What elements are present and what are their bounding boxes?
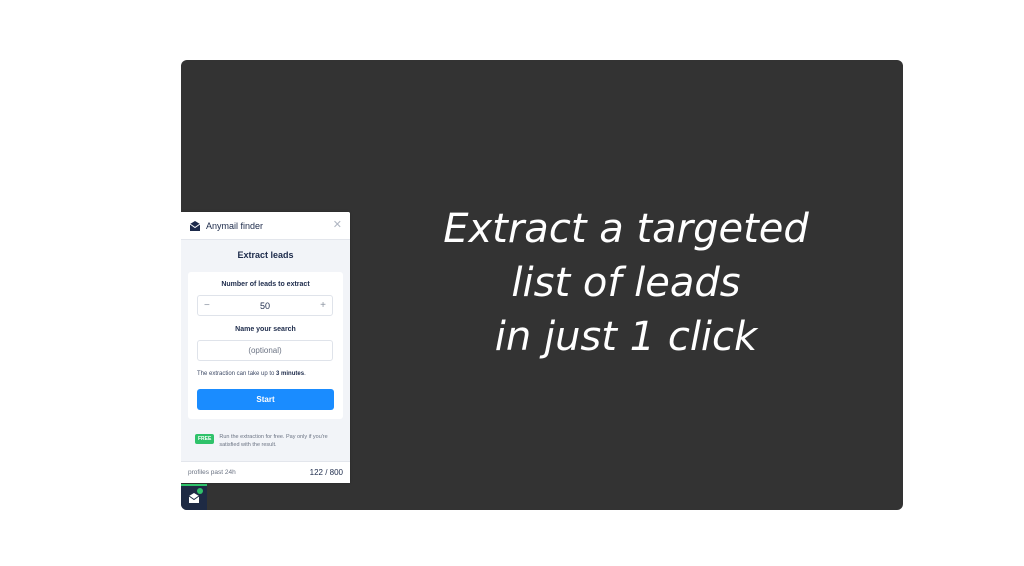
extraction-time-note: The extraction can take up to 3 minutes. bbox=[197, 371, 306, 377]
search-name-label: Name your search bbox=[235, 326, 296, 333]
popup-title: Extract leads bbox=[237, 250, 294, 260]
leads-count-value[interactable]: 50 bbox=[260, 301, 270, 311]
extension-launcher-button[interactable] bbox=[181, 484, 207, 510]
extract-form-card: Number of leads to extract − 50 + Name y… bbox=[188, 272, 343, 419]
launcher-badge-dot bbox=[197, 488, 203, 494]
brand-name: Anymail finder bbox=[206, 220, 264, 231]
free-notice: FREE Run the extraction for free. Pay on… bbox=[195, 433, 335, 449]
headline: Extract a targeted list of leads in just… bbox=[431, 202, 821, 364]
leads-count-stepper[interactable]: − 50 + bbox=[197, 295, 333, 316]
note-suffix: . bbox=[304, 371, 306, 377]
note-prefix: The extraction can take up to bbox=[197, 371, 277, 377]
close-icon[interactable]: ✕ bbox=[333, 220, 342, 231]
usage-count: 122 / 800 bbox=[309, 468, 343, 477]
increment-button[interactable]: + bbox=[320, 300, 326, 311]
headline-line-3: in just 1 click bbox=[494, 314, 758, 360]
headline-line-1: Extract a targeted bbox=[443, 206, 809, 252]
popup-header: Anymail finder ✕ bbox=[181, 212, 350, 240]
envelope-icon bbox=[189, 220, 201, 232]
usage-label: profiles past 24h bbox=[188, 469, 236, 476]
headline-line-2: list of leads bbox=[511, 260, 741, 306]
extension-popup: Anymail finder ✕ Extract leads Number of… bbox=[181, 212, 350, 483]
free-notice-text: Run the extraction for free. Pay only if… bbox=[219, 434, 328, 448]
start-button[interactable]: Start bbox=[197, 389, 334, 410]
popup-footer: profiles past 24h 122 / 800 bbox=[181, 461, 350, 483]
video-stage: Extract a targeted list of leads in just… bbox=[181, 60, 903, 510]
note-duration: 3 minutes bbox=[276, 371, 305, 377]
search-name-input[interactable] bbox=[197, 340, 333, 361]
decrement-button[interactable]: − bbox=[204, 300, 210, 311]
leads-count-label: Number of leads to extract bbox=[221, 281, 310, 288]
free-badge: FREE bbox=[195, 434, 215, 444]
